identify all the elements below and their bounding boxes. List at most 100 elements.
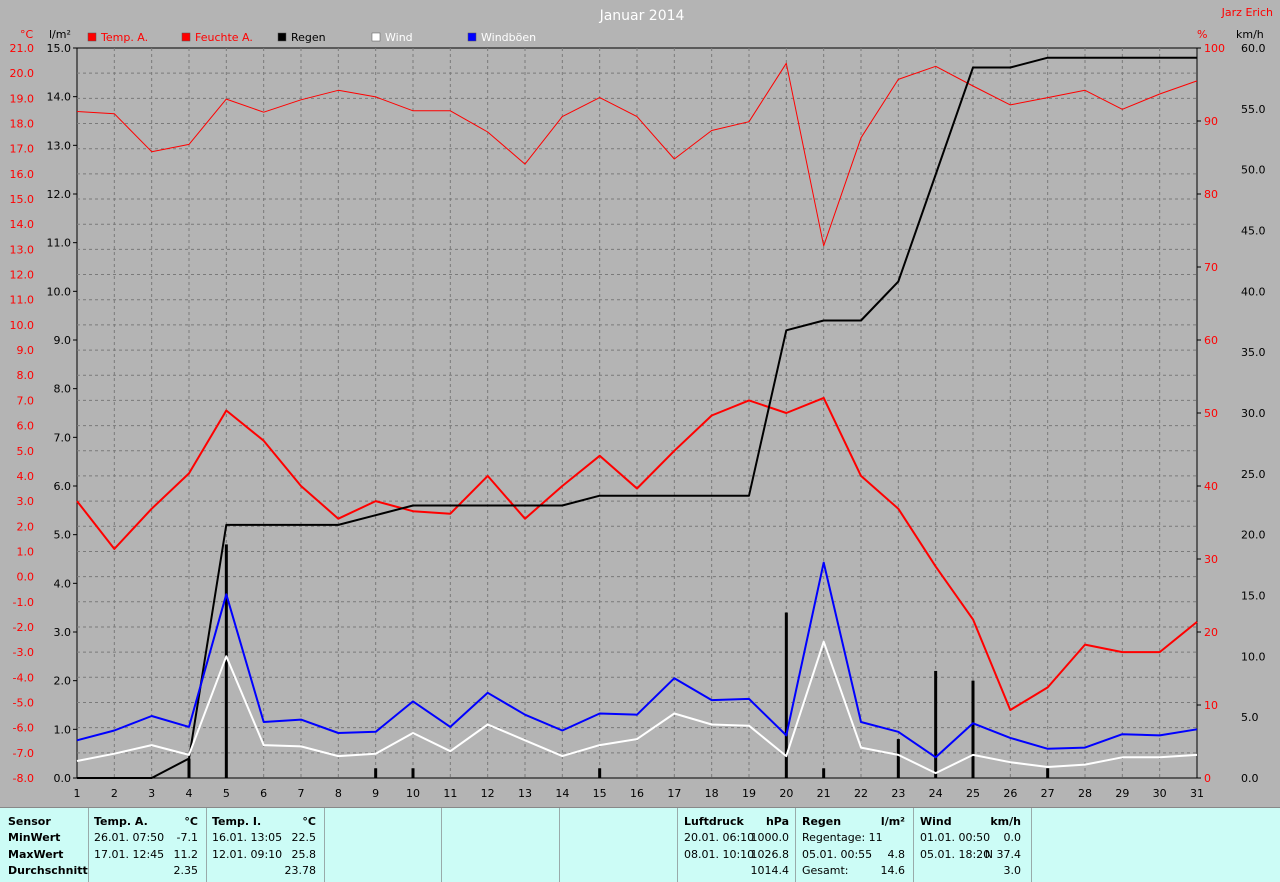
temp-tick-label: 14.0	[10, 218, 35, 231]
wind-tick-label: 10.0	[1241, 650, 1266, 663]
rain-bar	[598, 768, 602, 778]
x-tick-label: 22	[854, 787, 868, 800]
regen-unit: l/m²	[880, 815, 905, 828]
temp-tick-label: -3.0	[13, 646, 34, 659]
luftdruck-unit: hPa	[765, 815, 789, 828]
wind-avg-value: 3.0	[1003, 864, 1022, 877]
x-tick-label: 10	[406, 787, 420, 800]
humidity-tick-label: 70	[1204, 261, 1218, 274]
rain-bar	[1046, 768, 1050, 778]
wind-axis-unit: km/h	[1236, 28, 1264, 41]
humidity-tick-label: 10	[1204, 699, 1218, 712]
rain-bar	[896, 739, 900, 778]
wind-tick-label: 25.0	[1241, 468, 1266, 481]
rain-tick-label: 15.0	[47, 42, 72, 55]
temp-tick-label: 21.0	[10, 42, 35, 55]
wind-tick-label: 45.0	[1241, 225, 1266, 238]
legend: Temp. A. Feuchte A. Regen Wind Windböen	[87, 31, 536, 44]
temp-i-header: Temp. I.	[212, 815, 262, 828]
temp-tick-label: 1.0	[17, 545, 35, 558]
humidity-tick-label: 30	[1204, 553, 1218, 566]
temp-i-unit: °C	[302, 815, 316, 828]
legend-label: Regen	[291, 31, 326, 44]
temp-tick-label: -8.0	[13, 772, 34, 785]
rain-tick-label: 11.0	[47, 237, 72, 250]
legend-swatch	[87, 32, 97, 42]
humidity-tick-label: 60	[1204, 334, 1218, 347]
minwert-label: MinWert	[8, 831, 61, 844]
corner-label: Jarz Erich	[1221, 6, 1273, 19]
rain-tick-label: 10.0	[47, 285, 72, 298]
temp-i-min-value: 22.5	[291, 831, 317, 844]
rain-tick-label: 8.0	[54, 383, 72, 396]
rain-bar	[934, 670, 938, 778]
x-tick-label: 27	[1041, 787, 1055, 800]
x-tick-label: 5	[223, 787, 230, 800]
temp-tick-label: 17.0	[10, 143, 35, 156]
temp-tick-label: 4.0	[17, 470, 35, 483]
humidity-tick-label: 100	[1204, 42, 1225, 55]
rain-tick-label: 4.0	[54, 577, 72, 590]
x-tick-label: 24	[929, 787, 943, 800]
temp-i-max-value: 25.8	[291, 848, 317, 861]
humidity-tick-label: 40	[1204, 480, 1218, 493]
rain-tick-label: 6.0	[54, 480, 72, 493]
maxwert-label: MaxWert	[8, 848, 64, 861]
wind-tick-label: 55.0	[1241, 103, 1266, 116]
rain-bar	[187, 758, 191, 778]
regen-gesamt-value: 14.6	[880, 864, 906, 877]
luftdruck-max-time: 08.01. 10:10	[684, 848, 755, 861]
legend-label: Temp. A.	[100, 31, 148, 44]
regen-header: Regen	[802, 815, 842, 828]
x-tick-label: 20	[779, 787, 793, 800]
temp-a-min-time: 26.01. 07:50	[94, 831, 165, 844]
temp-tick-label: 3.0	[17, 495, 35, 508]
luftdruck-avg-value: 1014.4	[750, 864, 790, 877]
rain-tick-label: 13.0	[47, 139, 72, 152]
stats-panel: Sensor MinWert MaxWert Durchschnitt Temp…	[0, 807, 1280, 882]
x-tick-label: 3	[148, 787, 155, 800]
temp-tick-label: 13.0	[10, 243, 35, 256]
temp-tick-label: 6.0	[17, 420, 35, 433]
x-tick-label: 26	[1003, 787, 1017, 800]
durchschnitt-label: Durchschnitt	[8, 864, 88, 877]
temp-tick-label: 2.0	[17, 520, 35, 533]
temp-tick-label: 19.0	[10, 92, 35, 105]
wind-tick-label: 40.0	[1241, 285, 1266, 298]
temp-axis-unit: °C	[20, 28, 34, 41]
temp-a-avg-value: 2.35	[173, 864, 199, 877]
wind-header: Wind	[920, 815, 952, 828]
wind-min-time: 01.01. 00:50	[920, 831, 991, 844]
x-tick-label: 29	[1115, 787, 1129, 800]
x-tick-label: 31	[1190, 787, 1204, 800]
humidity-axis: 0 10 20 30 40 50 60 70 80 90 100	[1197, 42, 1225, 785]
wind-tick-label: 30.0	[1241, 407, 1266, 420]
x-tick-label: 28	[1078, 787, 1092, 800]
temp-a-header: Temp. A.	[94, 815, 148, 828]
legend-swatch	[181, 32, 191, 42]
rain-tick-label: 5.0	[54, 529, 72, 542]
wind-tick-label: 60.0	[1241, 42, 1266, 55]
series-lines	[76, 56, 1198, 779]
x-tick-label: 2	[111, 787, 118, 800]
x-tick-label: 14	[555, 787, 569, 800]
temp-tick-label: 9.0	[17, 344, 35, 357]
stats-regen-panel: Regen l/m² Regentage: 11 05.01. 00:55 4.8 …	[796, 808, 914, 882]
x-tick-label: 15	[593, 787, 607, 800]
temp-i-avg-value: 23.78	[284, 864, 317, 877]
x-tick-label: 19	[742, 787, 756, 800]
legend-label: Wind	[385, 31, 413, 44]
luftdruck-min-value: 1000.0	[750, 831, 790, 844]
x-tick-label: 12	[481, 787, 495, 800]
x-tick-label: 8	[335, 787, 342, 800]
luftdruck-header: Luftdruck	[684, 815, 744, 828]
temp-a-unit: °C	[184, 815, 198, 828]
x-axis: 1 2 3 4 5 6 7 8 9 10 11 12 13 14 15 16 17 18 19 20 21 22 23 24 2…	[74, 787, 1205, 800]
temp-tick-label: 18.0	[10, 118, 35, 131]
wind-tick-label: 35.0	[1241, 346, 1266, 359]
x-tick-label: 17	[667, 787, 681, 800]
grid	[76, 47, 1198, 779]
chart-title: Januar 2014	[599, 8, 685, 24]
temp-tick-label: 5.0	[17, 445, 35, 458]
temp-axis: -8.0 -7.0 -6.0 -5.0 -4.0 -3.0 -2.0 -1.0 0.0 1.0 2.…	[10, 42, 35, 785]
